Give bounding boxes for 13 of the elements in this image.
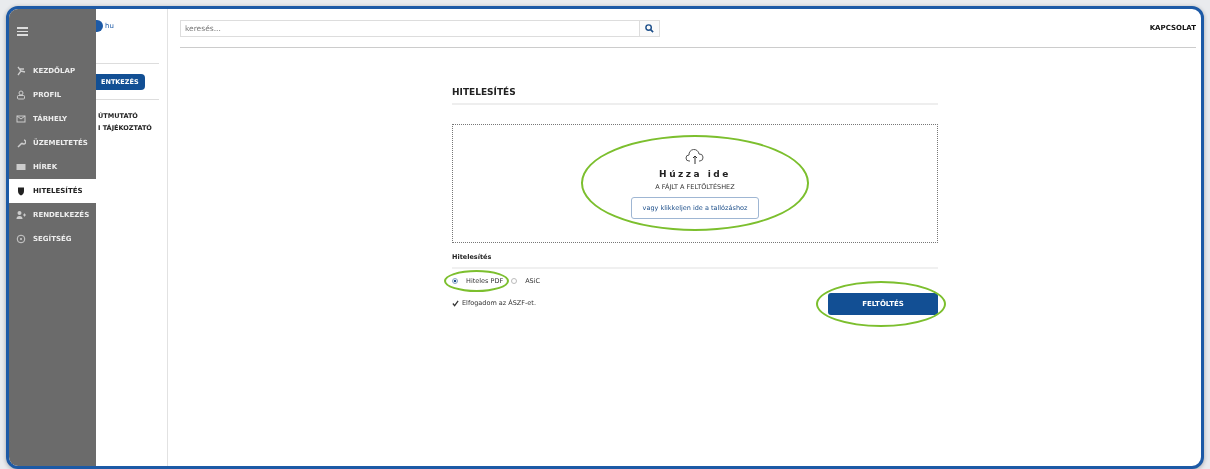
wrench-icon bbox=[16, 137, 26, 148]
users-icon bbox=[16, 209, 26, 220]
cloud-upload-icon bbox=[685, 148, 705, 165]
search-button[interactable] bbox=[640, 19, 660, 37]
help-icon bbox=[16, 233, 26, 244]
envelope-icon bbox=[16, 113, 26, 124]
drop-heading: Húzza ide bbox=[659, 168, 731, 179]
page-title: HITELESÍTÉS bbox=[452, 87, 938, 105]
search-icon bbox=[645, 23, 654, 33]
menu-icon[interactable] bbox=[17, 27, 28, 36]
newspaper-icon bbox=[16, 161, 26, 172]
shield-icon bbox=[16, 185, 26, 196]
user-icon bbox=[16, 89, 26, 100]
